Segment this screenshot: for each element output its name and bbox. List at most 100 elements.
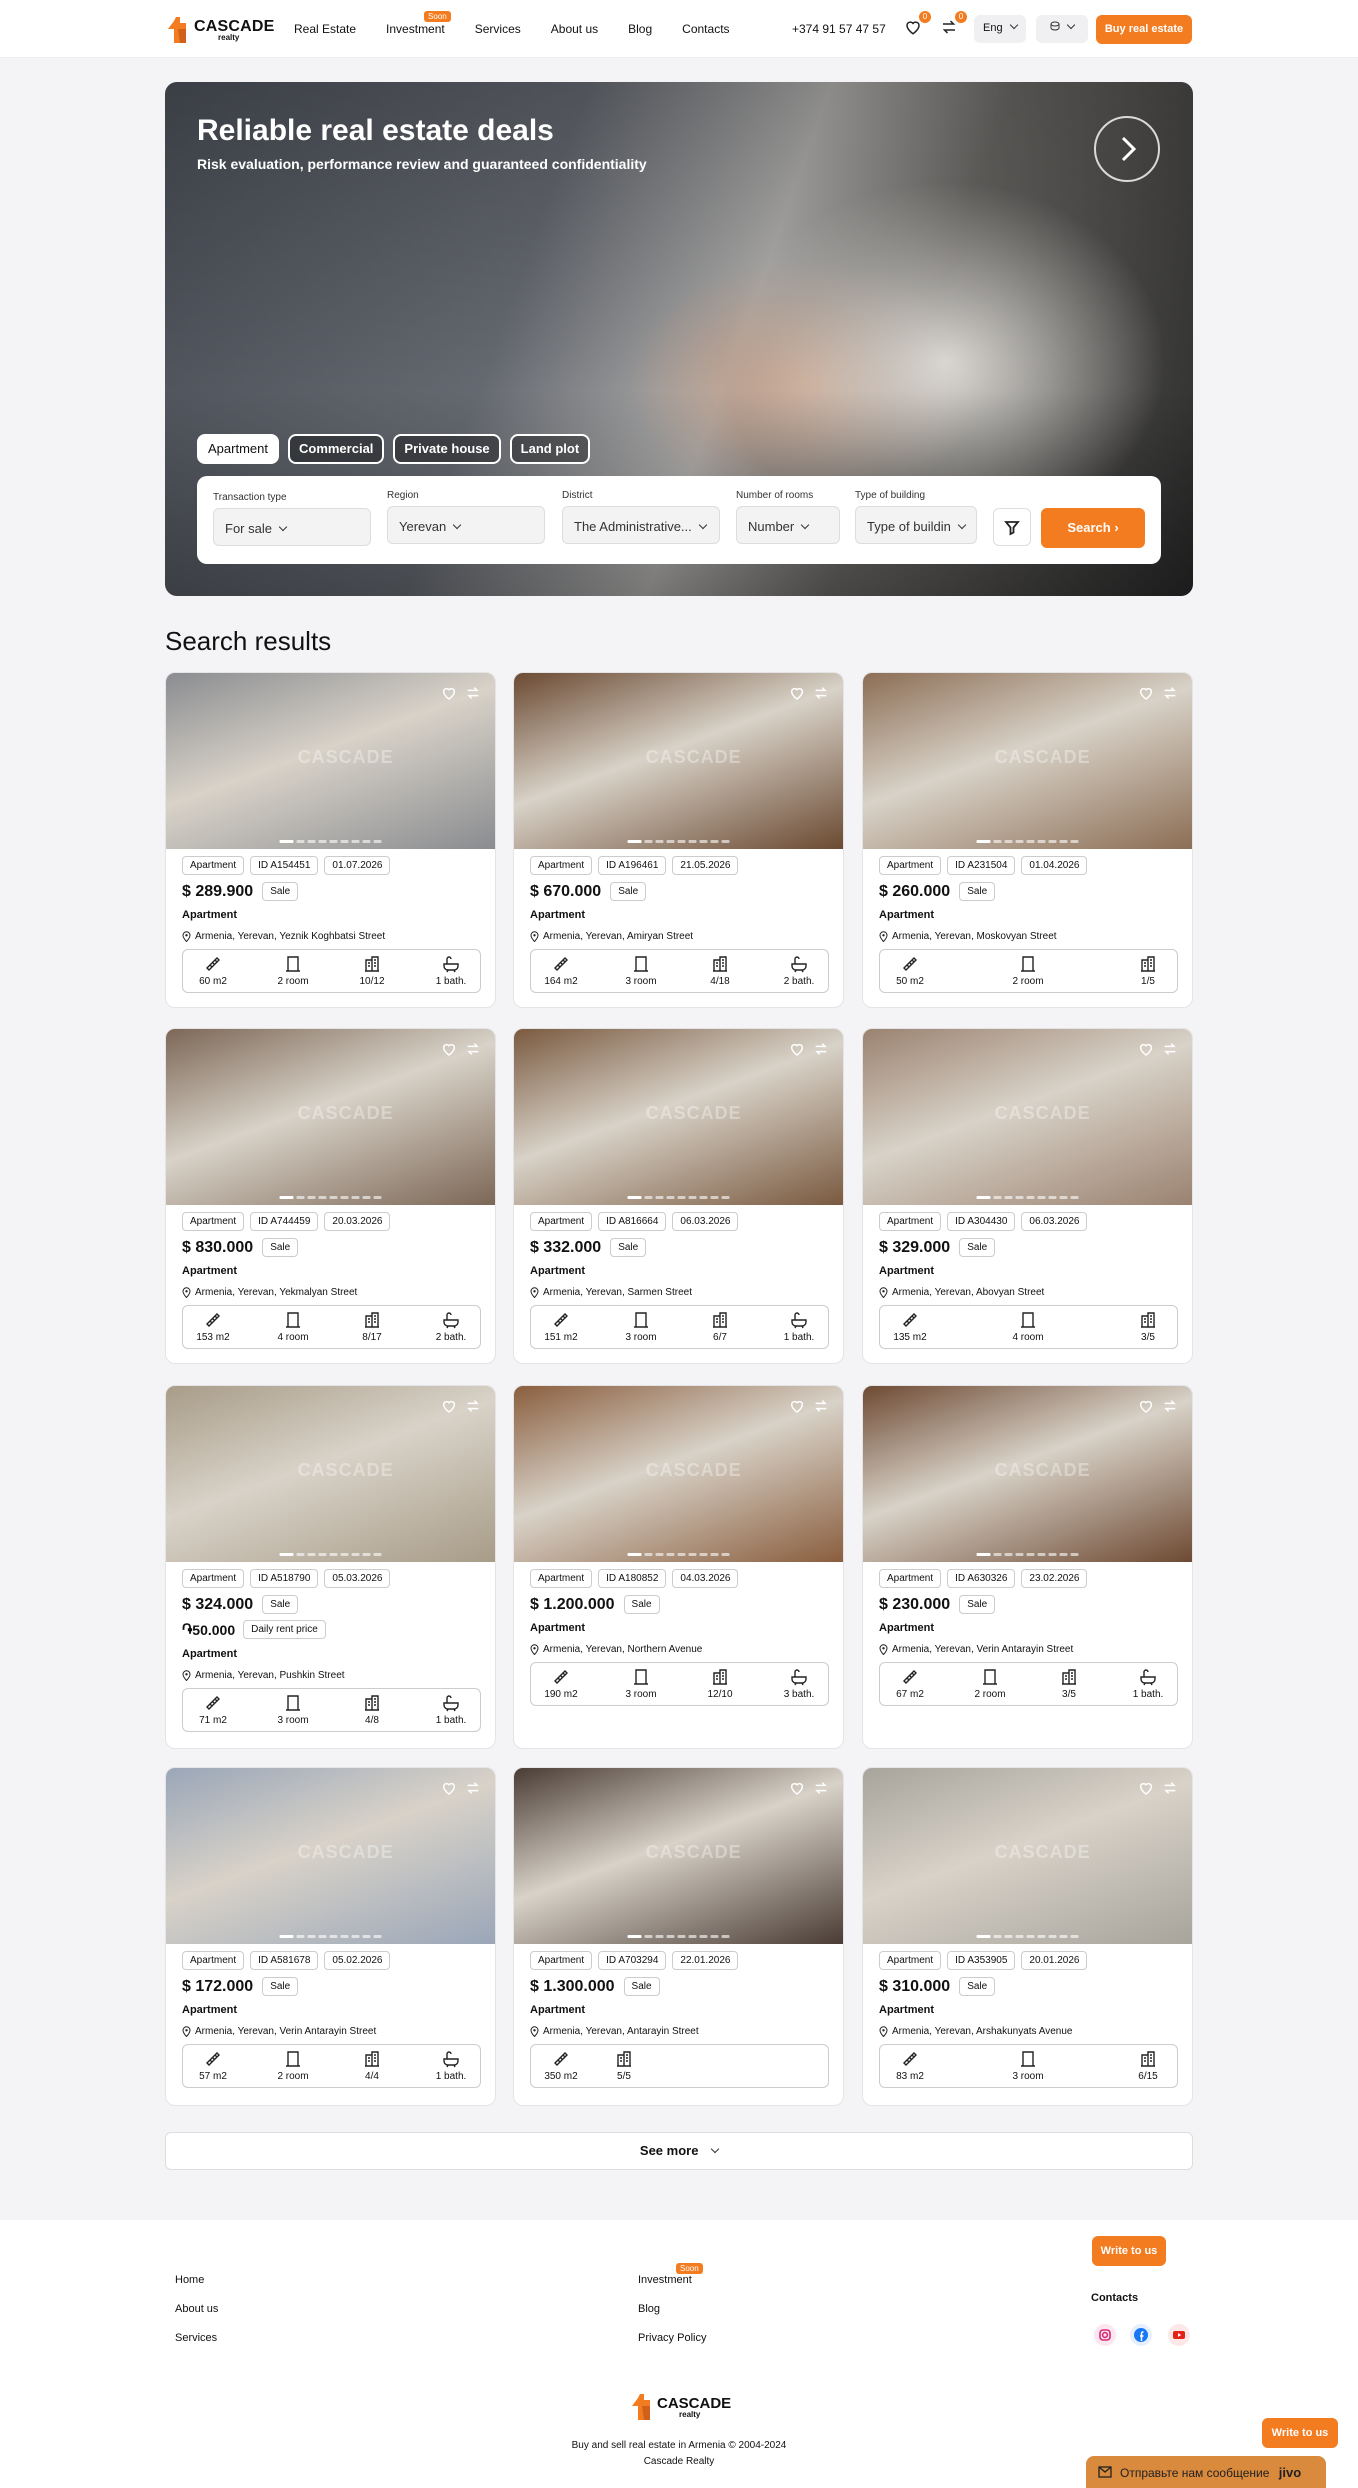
- favorites-button[interactable]: 0: [904, 11, 931, 38]
- footer-link-home[interactable]: Home: [175, 2274, 204, 2286]
- heart-icon[interactable]: [789, 1780, 805, 1796]
- heart-icon[interactable]: [1138, 1780, 1154, 1796]
- tab-apartment[interactable]: Apartment: [197, 434, 279, 464]
- ruler-icon: [903, 2052, 917, 2066]
- nav-about[interactable]: About us: [551, 22, 598, 36]
- nav-blog[interactable]: Blog: [628, 22, 652, 36]
- compare-icon[interactable]: [465, 1398, 481, 1414]
- photo-pagination[interactable]: [278, 1553, 383, 1556]
- search-button[interactable]: Search ›: [1041, 508, 1145, 548]
- listing-card[interactable]: CASCADE Apartment ID A154451 01.07.2026 $ 28…: [165, 672, 496, 1008]
- logo[interactable]: CASCADE realty: [166, 14, 275, 46]
- nav-contacts[interactable]: Contacts: [682, 22, 729, 36]
- nav-real-estate[interactable]: Real Estate: [294, 22, 356, 36]
- listing-card[interactable]: CASCADE Apartment ID A744459 20.03.2026 $ 83…: [165, 1028, 496, 1364]
- photo-pagination[interactable]: [278, 1935, 383, 1938]
- slider-next-button[interactable]: [1094, 116, 1160, 182]
- facebook-icon[interactable]: [1130, 2324, 1152, 2346]
- currency-select[interactable]: [1036, 15, 1088, 43]
- photo-pagination[interactable]: [626, 1935, 731, 1938]
- listing-card[interactable]: CASCADE Apartment ID A180852 04.03.2026 $ 1.…: [513, 1385, 844, 1749]
- youtube-icon[interactable]: [1168, 2324, 1190, 2346]
- phone-link[interactable]: +374 91 57 47 57: [792, 22, 886, 36]
- chat-widget[interactable]: Отправьте нам сообщение jivo: [1086, 2456, 1326, 2488]
- photo-pagination[interactable]: [626, 1196, 731, 1199]
- heart-icon[interactable]: [441, 1041, 457, 1057]
- compare-icon[interactable]: [465, 1780, 481, 1796]
- footer-link-about[interactable]: About us: [175, 2303, 218, 2315]
- compare-icon[interactable]: [813, 1780, 829, 1796]
- listing-photo[interactable]: CASCADE: [514, 1029, 843, 1205]
- heart-icon[interactable]: [789, 685, 805, 701]
- listing-photo[interactable]: CASCADE: [863, 1386, 1192, 1562]
- photo-pagination[interactable]: [278, 1196, 383, 1199]
- listing-card[interactable]: CASCADE Apartment ID A196461 21.05.2026 $ 67…: [513, 672, 844, 1008]
- write-to-us-button[interactable]: Write to us: [1092, 2236, 1166, 2266]
- compare-button[interactable]: 0: [940, 11, 967, 38]
- heart-icon[interactable]: [789, 1041, 805, 1057]
- heart-icon[interactable]: [789, 1398, 805, 1414]
- photo-pagination[interactable]: [626, 1553, 731, 1556]
- footer-link-blog[interactable]: Blog: [638, 2303, 660, 2315]
- buy-real-estate-button[interactable]: Buy real estate: [1096, 15, 1192, 44]
- listing-photo[interactable]: CASCADE: [514, 1386, 843, 1562]
- nav-services[interactable]: Services: [475, 22, 521, 36]
- heart-icon[interactable]: [1138, 685, 1154, 701]
- compare-icon[interactable]: [1162, 1780, 1178, 1796]
- photo-pagination[interactable]: [975, 1935, 1080, 1938]
- listing-card[interactable]: CASCADE Apartment ID A231504 01.04.2026 $ 26…: [862, 672, 1193, 1008]
- listing-photo[interactable]: CASCADE: [863, 673, 1192, 849]
- floating-write-button[interactable]: Write to us: [1262, 2418, 1338, 2448]
- see-more-button[interactable]: See more: [165, 2132, 1193, 2170]
- tab-commercial[interactable]: Commercial: [287, 434, 385, 464]
- instagram-icon[interactable]: [1094, 2324, 1116, 2346]
- listing-card[interactable]: CASCADE Apartment ID A353905 20.01.2026 $ 31…: [862, 1767, 1193, 2106]
- compare-icon[interactable]: [1162, 685, 1178, 701]
- listing-card[interactable]: CASCADE Apartment ID A630326 23.02.2026 $ 23…: [862, 1385, 1193, 1749]
- footer-link-investment[interactable]: Investment Soon: [638, 2263, 703, 2286]
- photo-pagination[interactable]: [975, 840, 1080, 843]
- photo-pagination[interactable]: [626, 840, 731, 843]
- compare-icon[interactable]: [1162, 1041, 1178, 1057]
- listing-photo[interactable]: CASCADE: [166, 1386, 495, 1562]
- district-select[interactable]: The Administrative...: [562, 506, 720, 544]
- transaction-select[interactable]: For sale: [213, 508, 371, 546]
- heart-icon[interactable]: [441, 1398, 457, 1414]
- photo-pagination[interactable]: [278, 840, 383, 843]
- nav-investment[interactable]: Investment Soon: [386, 11, 451, 36]
- compare-icon[interactable]: [813, 685, 829, 701]
- tab-land-plot[interactable]: Land plot: [509, 434, 591, 464]
- listing-card[interactable]: CASCADE Apartment ID A816664 06.03.2026 $ 33…: [513, 1028, 844, 1364]
- compare-icon[interactable]: [813, 1041, 829, 1057]
- footer-link-services[interactable]: Services: [175, 2332, 217, 2344]
- region-select[interactable]: Yerevan: [387, 506, 545, 544]
- building-select[interactable]: Type of buildin: [855, 506, 977, 544]
- compare-icon[interactable]: [465, 1041, 481, 1057]
- heart-icon[interactable]: [441, 1780, 457, 1796]
- compare-icon[interactable]: [465, 685, 481, 701]
- footer-link-privacy[interactable]: Privacy Policy: [638, 2332, 706, 2344]
- photo-pagination[interactable]: [975, 1553, 1080, 1556]
- listing-photo[interactable]: CASCADE: [514, 673, 843, 849]
- listing-photo[interactable]: CASCADE: [863, 1768, 1192, 1944]
- listing-photo[interactable]: CASCADE: [514, 1768, 843, 1944]
- language-select[interactable]: Eng: [974, 15, 1026, 43]
- advanced-filter-button[interactable]: [993, 508, 1031, 546]
- listing-photo[interactable]: CASCADE: [166, 1768, 495, 1944]
- listing-photo[interactable]: CASCADE: [863, 1029, 1192, 1205]
- heart-icon[interactable]: [441, 685, 457, 701]
- footer-logo[interactable]: CASCADE realty: [630, 2392, 731, 2422]
- tab-private-house[interactable]: Private house: [393, 434, 501, 464]
- compare-icon[interactable]: [813, 1398, 829, 1414]
- listing-card[interactable]: CASCADE Apartment ID A518790 05.03.2026 $ 32…: [165, 1385, 496, 1749]
- heart-icon[interactable]: [1138, 1398, 1154, 1414]
- compare-icon[interactable]: [1162, 1398, 1178, 1414]
- listing-photo[interactable]: CASCADE: [166, 673, 495, 849]
- listing-card[interactable]: CASCADE Apartment ID A581678 05.02.2026 $ 17…: [165, 1767, 496, 2106]
- listing-photo[interactable]: CASCADE: [166, 1029, 495, 1205]
- listing-card[interactable]: CASCADE Apartment ID A304430 06.03.2026 $ 32…: [862, 1028, 1193, 1364]
- photo-pagination[interactable]: [975, 1196, 1080, 1199]
- heart-icon[interactable]: [1138, 1041, 1154, 1057]
- listing-card[interactable]: CASCADE Apartment ID A703294 22.01.2026 $ 1.…: [513, 1767, 844, 2106]
- rooms-select[interactable]: Number: [736, 506, 840, 544]
